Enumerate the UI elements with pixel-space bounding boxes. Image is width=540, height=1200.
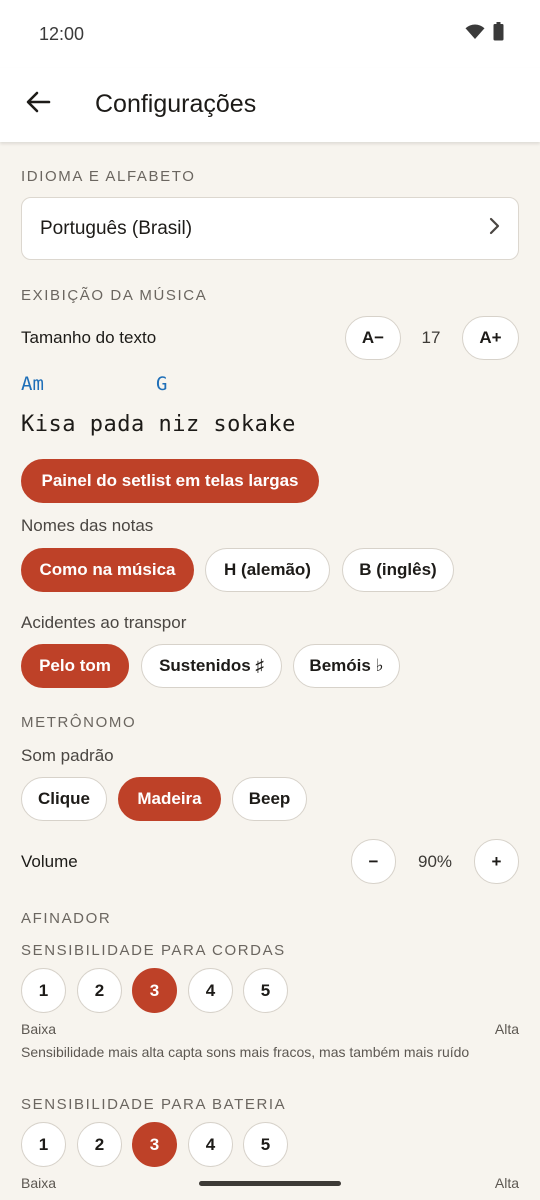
language-value: Português (Brasil) xyxy=(40,217,193,239)
sensitivity-hint: Sensibilidade mais alta capta sons mais … xyxy=(21,1044,470,1060)
accidentals-option-0[interactable]: Pelo tom xyxy=(21,644,129,688)
preview-lyric: Kisa pada niz sokake xyxy=(21,412,296,437)
section-header-drums-sensitivity: SENSIBILIDADE PARA BATERIA xyxy=(21,1096,287,1113)
drums-high-label: Alta xyxy=(494,1175,519,1191)
drums-level-5[interactable]: 5 xyxy=(243,1122,288,1167)
note-names-label: Nomes das notas xyxy=(21,516,154,535)
accidentals-option-2[interactable]: Bemóis ♭ xyxy=(293,644,400,688)
language-selector[interactable]: Português (Brasil) xyxy=(21,197,519,260)
note-names-option-1[interactable]: H (alemão) xyxy=(205,548,330,592)
wifi-icon xyxy=(465,23,485,45)
drums-low-label: Baixa xyxy=(21,1175,57,1191)
status-bar: 12:00 xyxy=(0,0,540,68)
app-bar: Configurações xyxy=(0,68,540,142)
section-header-metronome: METRÔNOMO xyxy=(21,714,137,731)
status-icons xyxy=(465,22,504,46)
back-button[interactable] xyxy=(18,84,58,124)
preview-chord-am: Am xyxy=(21,373,44,395)
volume-label: Volume xyxy=(21,852,78,871)
battery-icon xyxy=(493,22,504,46)
strings-level-5[interactable]: 5 xyxy=(243,968,288,1013)
chevron-right-icon xyxy=(488,217,500,240)
text-size-value: 17 xyxy=(421,328,441,347)
strings-high-label: Alta xyxy=(494,1021,519,1037)
page-title: Configurações xyxy=(95,90,257,118)
section-header-strings-sensitivity: SENSIBILIDADE PARA CORDAS xyxy=(21,942,286,959)
accidentals-label: Acidentes ao transpor xyxy=(21,613,187,632)
preview-chord-g: G xyxy=(156,373,168,395)
sound-option-2[interactable]: Beep xyxy=(232,777,307,821)
text-size-label: Tamanho do texto xyxy=(21,328,157,347)
strings-level-2[interactable]: 2 xyxy=(77,968,122,1013)
drums-level-4[interactable]: 4 xyxy=(188,1122,233,1167)
strings-level-1[interactable]: 1 xyxy=(21,968,66,1013)
sound-option-0[interactable]: Clique xyxy=(21,777,107,821)
sound-option-1[interactable]: Madeira xyxy=(118,777,221,821)
section-header-display: EXIBIÇÃO DA MÚSICA xyxy=(21,287,208,304)
note-names-option-0[interactable]: Como na música xyxy=(21,548,194,592)
sound-label: Som padrão xyxy=(21,746,114,765)
increase-text-size-button[interactable]: A+ xyxy=(462,316,519,360)
strings-level-4[interactable]: 4 xyxy=(188,968,233,1013)
decrease-text-size-button[interactable]: A− xyxy=(345,316,401,360)
strings-level-3[interactable]: 3 xyxy=(132,968,177,1013)
volume-increase-button[interactable]: + xyxy=(474,839,519,884)
setlist-panel-toggle[interactable]: Painel do setlist em telas largas xyxy=(21,459,319,503)
drums-level-3[interactable]: 3 xyxy=(132,1122,177,1167)
accidentals-option-1[interactable]: Sustenidos ♯ xyxy=(141,644,282,688)
home-indicator[interactable] xyxy=(199,1181,341,1186)
note-names-option-2[interactable]: B (inglês) xyxy=(342,548,454,592)
section-header-language: IDIOMA E ALFABETO xyxy=(21,168,196,185)
strings-low-label: Baixa xyxy=(21,1021,57,1037)
arrow-left-icon xyxy=(25,91,51,118)
volume-decrease-button[interactable]: − xyxy=(351,839,396,884)
drums-level-2[interactable]: 2 xyxy=(77,1122,122,1167)
volume-value: 90% xyxy=(417,852,453,871)
section-header-tuner: AFINADOR xyxy=(21,910,112,927)
drums-level-1[interactable]: 1 xyxy=(21,1122,66,1167)
status-time: 12:00 xyxy=(39,24,85,44)
